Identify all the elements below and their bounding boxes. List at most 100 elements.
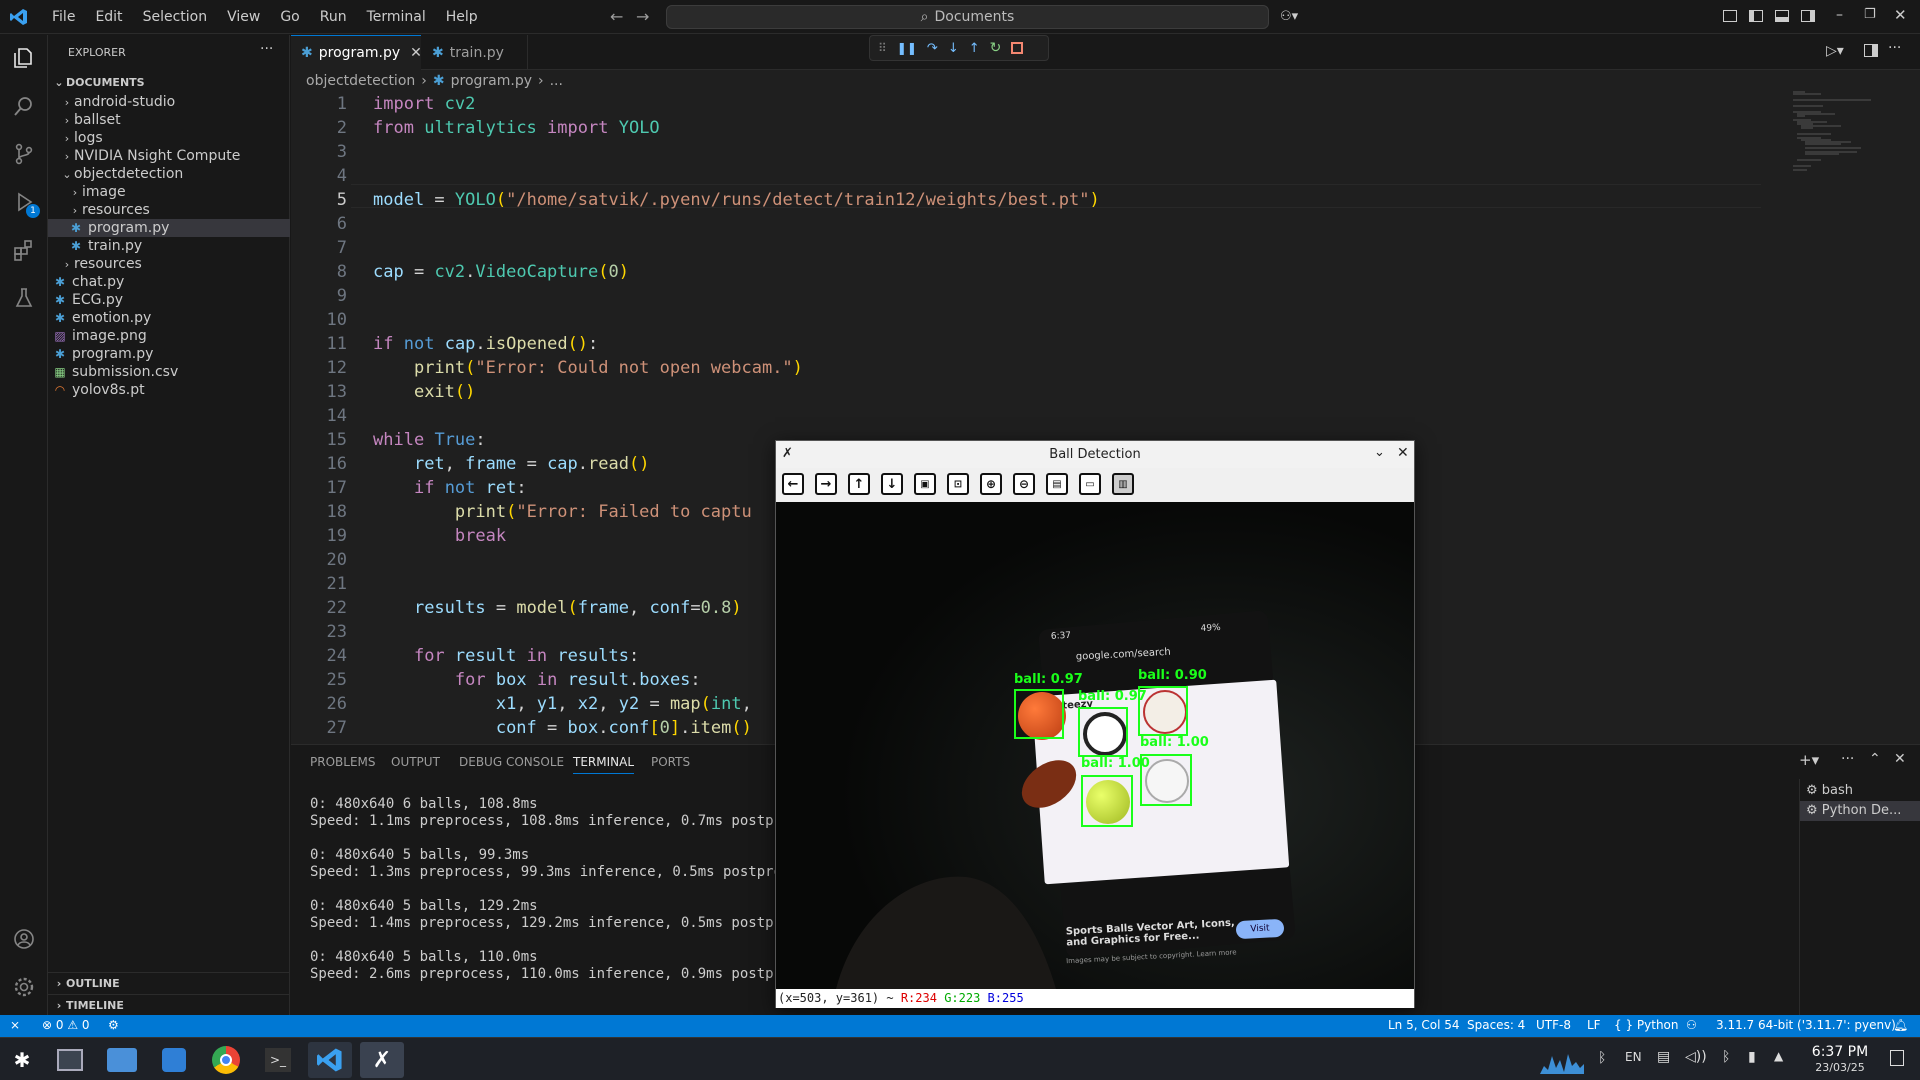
copilot-icon[interactable]: ⚇▾ <box>1280 9 1302 25</box>
tree-item-train-py[interactable]: ✱ train.py <box>48 237 290 255</box>
session-bash[interactable]: ⚙ bash <box>1806 783 1853 798</box>
panel-tab-problems[interactable]: PROBLEMS <box>310 755 376 769</box>
new-terminal-icon[interactable]: +▾ <box>1799 751 1819 769</box>
tree-item-image[interactable]: › image <box>48 183 290 201</box>
app-launcher-icon[interactable]: ✱ <box>0 1042 44 1078</box>
accounts-icon[interactable] <box>10 925 38 953</box>
toggle-panel-icon[interactable] <box>1775 10 1789 22</box>
maximize-panel-icon[interactable]: ⌃ <box>1869 751 1881 767</box>
file-manager-icon[interactable] <box>100 1042 144 1078</box>
session-python-debug[interactable]: ⚙ Python De... <box>1800 801 1920 821</box>
window-titlebar[interactable]: ✗ Ball Detection ⌄ ✕ <box>776 441 1414 468</box>
tree-item-objectdetection[interactable]: ⌄ objectdetection <box>48 165 290 183</box>
menu-run[interactable]: Run <box>310 9 357 25</box>
breadcrumb-symbol[interactable]: ... <box>550 73 563 89</box>
zoom-fit-icon[interactable]: ▣ <box>914 473 936 495</box>
tree-item-emotion-py[interactable]: ✱ emotion.py <box>48 309 290 327</box>
menu-help[interactable]: Help <box>436 9 488 25</box>
volume-icon[interactable]: ◁)) <box>1685 1049 1707 1065</box>
more-actions-icon[interactable]: ··· <box>1888 40 1901 56</box>
show-desktop-icon[interactable] <box>1890 1050 1904 1066</box>
remote-icon[interactable]: ⨯ <box>10 1018 20 1032</box>
menu-go[interactable]: Go <box>270 9 309 25</box>
pause-icon[interactable]: ❚❚ <box>897 41 917 55</box>
tree-item-resources[interactable]: › resources <box>48 255 290 273</box>
debug-run-icon[interactable]: ⚙ <box>108 1018 119 1032</box>
tree-item-logs[interactable]: › logs <box>48 129 290 147</box>
run-debug-icon[interactable]: 1 <box>10 188 40 218</box>
tree-item-submission-csv[interactable]: ▦ submission.csv <box>48 363 290 381</box>
close-icon[interactable]: ✕ <box>410 45 422 61</box>
pan-up-icon[interactable]: ↑ <box>848 473 870 495</box>
run-python-icon[interactable]: ▷▾ <box>1826 43 1844 59</box>
source-control-icon[interactable] <box>10 140 38 168</box>
clipboard-icon[interactable]: ▤ <box>1657 1049 1670 1065</box>
customize-layout-icon[interactable] <box>1723 10 1737 22</box>
system-settings-icon[interactable] <box>48 1042 92 1078</box>
cursor-position[interactable]: Ln 5, Col 54 <box>1388 1018 1460 1032</box>
clock-date[interactable]: 23/03/25 <box>1800 1061 1880 1074</box>
menu-view[interactable]: View <box>217 9 270 25</box>
step-into-icon[interactable]: ↓ <box>948 41 959 56</box>
stop-icon[interactable] <box>1011 42 1024 54</box>
command-center-search[interactable]: ⌕ Documents <box>666 5 1269 29</box>
tab-train-py[interactable]: ✱ train.py <box>422 35 528 70</box>
panel-tab-debug-console[interactable]: DEBUG CONSOLE <box>459 755 564 769</box>
language-mode[interactable]: { } Python <box>1614 1018 1679 1032</box>
show-hidden-icons-icon[interactable]: ▲ <box>1774 1049 1783 1063</box>
minimize-icon[interactable]: – <box>1836 7 1843 23</box>
vscode-taskbar-icon[interactable] <box>308 1042 352 1078</box>
properties-icon[interactable]: ▥ <box>1112 473 1134 495</box>
tree-item-program-py[interactable]: ✱ program.py <box>48 345 290 363</box>
save-icon[interactable]: ▤ <box>1046 473 1068 495</box>
pan-right-icon[interactable]: → <box>815 473 837 495</box>
menu-file[interactable]: File <box>42 9 85 25</box>
notifications-icon[interactable]: 🔔︎ <box>1893 1018 1908 1032</box>
tab-program-py[interactable]: ✱ program.py ✕ <box>291 35 422 70</box>
close-icon[interactable]: ✕ <box>1894 6 1907 24</box>
panel-tab-terminal[interactable]: TERMINAL <box>573 755 635 774</box>
indentation[interactable]: Spaces: 4 <box>1467 1018 1525 1032</box>
step-over-icon[interactable]: ↷ <box>927 41 938 56</box>
timeline-section[interactable]: › TIMELINE <box>48 994 290 1016</box>
breadcrumb-folder[interactable]: objectdetection <box>306 73 415 89</box>
discover-store-icon[interactable] <box>152 1042 196 1078</box>
zoom-out-icon[interactable]: ⊖ <box>1013 473 1035 495</box>
drag-handle-icon[interactable]: ⠿ <box>878 41 887 55</box>
copy-icon[interactable]: ▭ <box>1079 473 1101 495</box>
extensions-icon[interactable] <box>10 236 38 264</box>
tree-item-chat-py[interactable]: ✱ chat.py <box>48 273 290 291</box>
bluetooth-icon[interactable]: ᛒ <box>1722 1049 1730 1065</box>
tree-item-ecg-py[interactable]: ✱ ECG.py <box>48 291 290 309</box>
chevron-down-icon[interactable]: ⌄ <box>1374 445 1385 460</box>
terminal-icon[interactable]: >_ <box>256 1042 300 1078</box>
tree-item-android-studio[interactable]: › android-studio <box>48 93 290 111</box>
menu-edit[interactable]: Edit <box>85 9 132 25</box>
panel-tab-output[interactable]: OUTPUT <box>391 755 440 769</box>
menu-selection[interactable]: Selection <box>133 9 218 25</box>
python-interpreter[interactable]: 3.11.7 64-bit ('3.11.7': pyenv) <box>1716 1018 1896 1032</box>
close-panel-icon[interactable]: ✕ <box>1894 751 1906 767</box>
copilot-status-icon[interactable]: ⚇ <box>1686 1018 1697 1032</box>
tree-item-nvidia-nsight-compute[interactable]: › NVIDIA Nsight Compute <box>48 147 290 165</box>
tree-item-program-py[interactable]: ✱ program.py <box>48 219 290 237</box>
zoom-original-icon[interactable]: ⊡ <box>947 473 969 495</box>
minimap[interactable] <box>1791 90 1901 190</box>
encoding[interactable]: UTF-8 <box>1536 1018 1571 1032</box>
panel-tab-ports[interactable]: PORTS <box>651 755 690 769</box>
tree-item-image-png[interactable]: ▨ image.png <box>48 327 290 345</box>
x11-window-icon[interactable]: ✗ <box>360 1042 404 1078</box>
clock-time[interactable]: 6:37 PM <box>1800 1044 1880 1060</box>
forward-arrow-icon[interactable]: → <box>636 7 649 26</box>
tree-item-yolov8s-pt[interactable]: ◠ yolov8s.pt <box>48 381 290 399</box>
problems-indicator[interactable]: ⊗ 0 ⚠ 0 <box>42 1018 90 1032</box>
maximize-icon[interactable]: ❐ <box>1864 7 1876 22</box>
bluetooth-icon[interactable]: ᛒ <box>1598 1050 1606 1066</box>
breadcrumb-file[interactable]: program.py <box>451 73 532 89</box>
toggle-sidebar-icon[interactable] <box>1749 10 1763 22</box>
explorer-icon[interactable] <box>10 44 38 72</box>
battery-icon[interactable]: ▮ <box>1748 1049 1756 1065</box>
close-icon[interactable]: ✕ <box>1397 445 1409 461</box>
chrome-icon[interactable] <box>204 1042 248 1078</box>
pan-down-icon[interactable]: ↓ <box>881 473 903 495</box>
